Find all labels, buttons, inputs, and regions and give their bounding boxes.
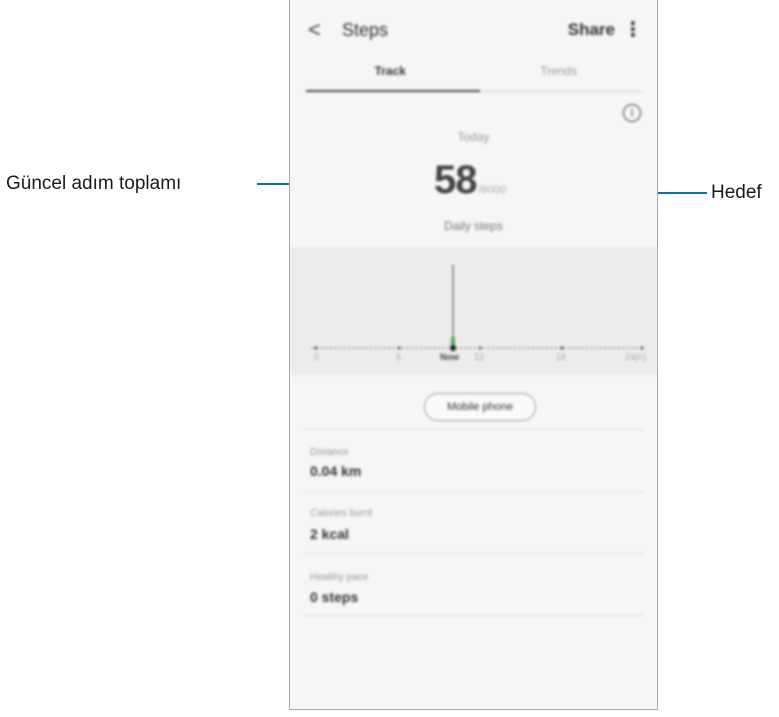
tick-6 [397,346,401,350]
x-label-24: 24(h) [625,352,647,362]
x-label-0: 0 [314,352,320,362]
healthy-pace-value: 0 steps [310,589,359,605]
now-marker [450,345,456,351]
callout-goal: Hedef [711,182,762,203]
tick-12 [478,346,482,350]
calories-label: Calories burnt [310,508,373,519]
daily-steps-label: Daily steps [444,219,503,233]
phone-screen: < Steps Share ⋮ Track Trends i Today 58/… [289,0,658,710]
tab-bar: Track Trends [306,64,643,92]
x-label-now: Now [440,352,459,362]
calories-value: 2 kcal [310,526,349,542]
divider [304,491,644,492]
tick-24 [640,346,644,350]
page-title: Steps [342,20,389,40]
tick-0 [314,346,318,350]
tab-track[interactable]: Track [306,64,475,78]
distance-label: Distance [310,447,349,458]
back-icon[interactable]: < [308,17,321,43]
app-bar: < Steps Share ⋮ [290,0,657,62]
callout-current-steps: Güncel adım toplamı [6,173,182,194]
steps-summary: 58/6000 [434,158,506,203]
info-icon[interactable]: i [623,104,641,122]
steps-goal: /6000 [478,184,507,196]
divider [304,553,644,554]
share-button[interactable]: Share [568,20,615,40]
divider [304,429,644,430]
tick-18 [560,346,564,350]
more-options-icon[interactable]: ⋮ [623,17,643,42]
tab-divider [480,91,643,92]
divider [304,615,644,616]
today-label: Today [457,130,490,144]
x-label-12: 12 [474,352,485,362]
tab-active-indicator [306,90,480,92]
current-steps: 58 [434,158,477,202]
steps-chart: 0 6 Now 12 18 24(h) [290,247,657,375]
source-device-button[interactable]: Mobile phone [424,393,536,421]
distance-value: 0.04 km [310,463,362,479]
x-label-18: 18 [556,352,567,362]
healthy-pace-label: Healthy pace [310,572,369,583]
x-label-6: 6 [396,352,402,362]
tab-trends[interactable]: Trends [475,64,644,78]
